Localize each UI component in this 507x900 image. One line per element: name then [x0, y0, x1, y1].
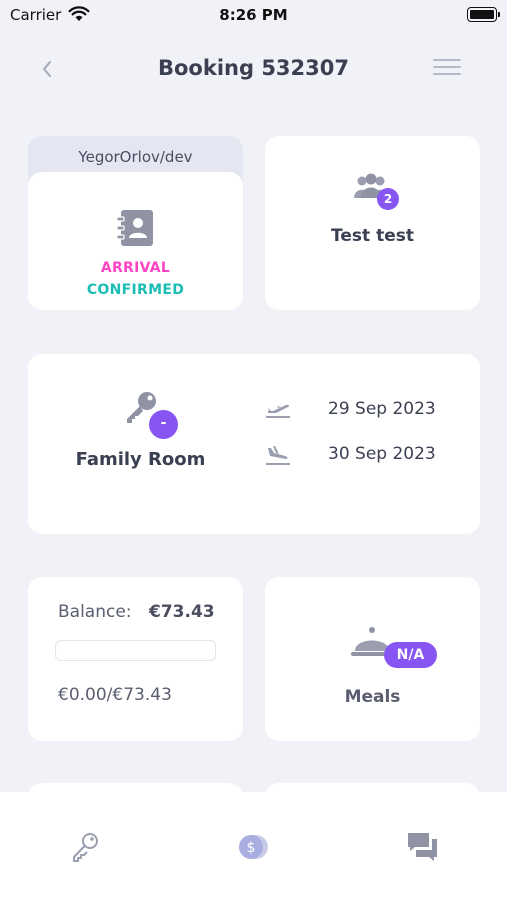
balance-card[interactable]: Balance: €73.43 €0.00/€73.43 [28, 577, 243, 741]
meals-card[interactable]: N/A Meals [265, 577, 480, 741]
plane-takeoff-icon [266, 404, 290, 418]
confirmed-status: CONFIRMED [86, 282, 185, 298]
clock: 8:26 PM [219, 6, 288, 24]
guest-count-badge: 2 [377, 188, 399, 210]
status-bar: Carrier 8:26 PM [0, 0, 507, 30]
page-title: Booking 532307 [158, 56, 349, 80]
meals-badge: N/A [384, 642, 437, 668]
menu-button[interactable] [433, 59, 461, 79]
battery-icon [467, 7, 500, 22]
svg-text:$: $ [247, 840, 256, 856]
room-name: Family Room [75, 449, 206, 470]
payment-progress-bar [55, 640, 216, 661]
tab-bar: $ [0, 792, 507, 900]
coins-tab-icon[interactable]: $ [236, 830, 270, 864]
navigation-bar: Booking 532307 [0, 45, 507, 93]
contact-book-icon [116, 210, 153, 246]
guest-name: Test test [331, 226, 414, 246]
paid-amount: €0.00/€73.43 [58, 685, 172, 705]
balance-label: Balance: [58, 602, 132, 622]
guests-card[interactable]: 2 Test test [265, 136, 480, 310]
meals-label: Meals [344, 687, 401, 707]
user-label: YegorOrlov/dev [78, 148, 193, 166]
room-card[interactable]: - Family Room 29 Sep 2023 30 Sep 2023 [28, 354, 480, 534]
chat-tab-icon[interactable] [406, 830, 440, 864]
key-tab-icon[interactable] [68, 830, 102, 864]
arrival-status-card[interactable]: ARRIVAL CONFIRMED [28, 172, 243, 310]
departure-date: 30 Sep 2023 [328, 444, 436, 464]
room-badge: - [149, 410, 178, 439]
arrival-date: 29 Sep 2023 [328, 399, 436, 419]
plane-landing-icon [266, 446, 290, 465]
arrival-status: ARRIVAL [100, 260, 171, 276]
balance-amount: €73.43 [149, 602, 215, 622]
hamburger-menu-icon [433, 59, 461, 61]
